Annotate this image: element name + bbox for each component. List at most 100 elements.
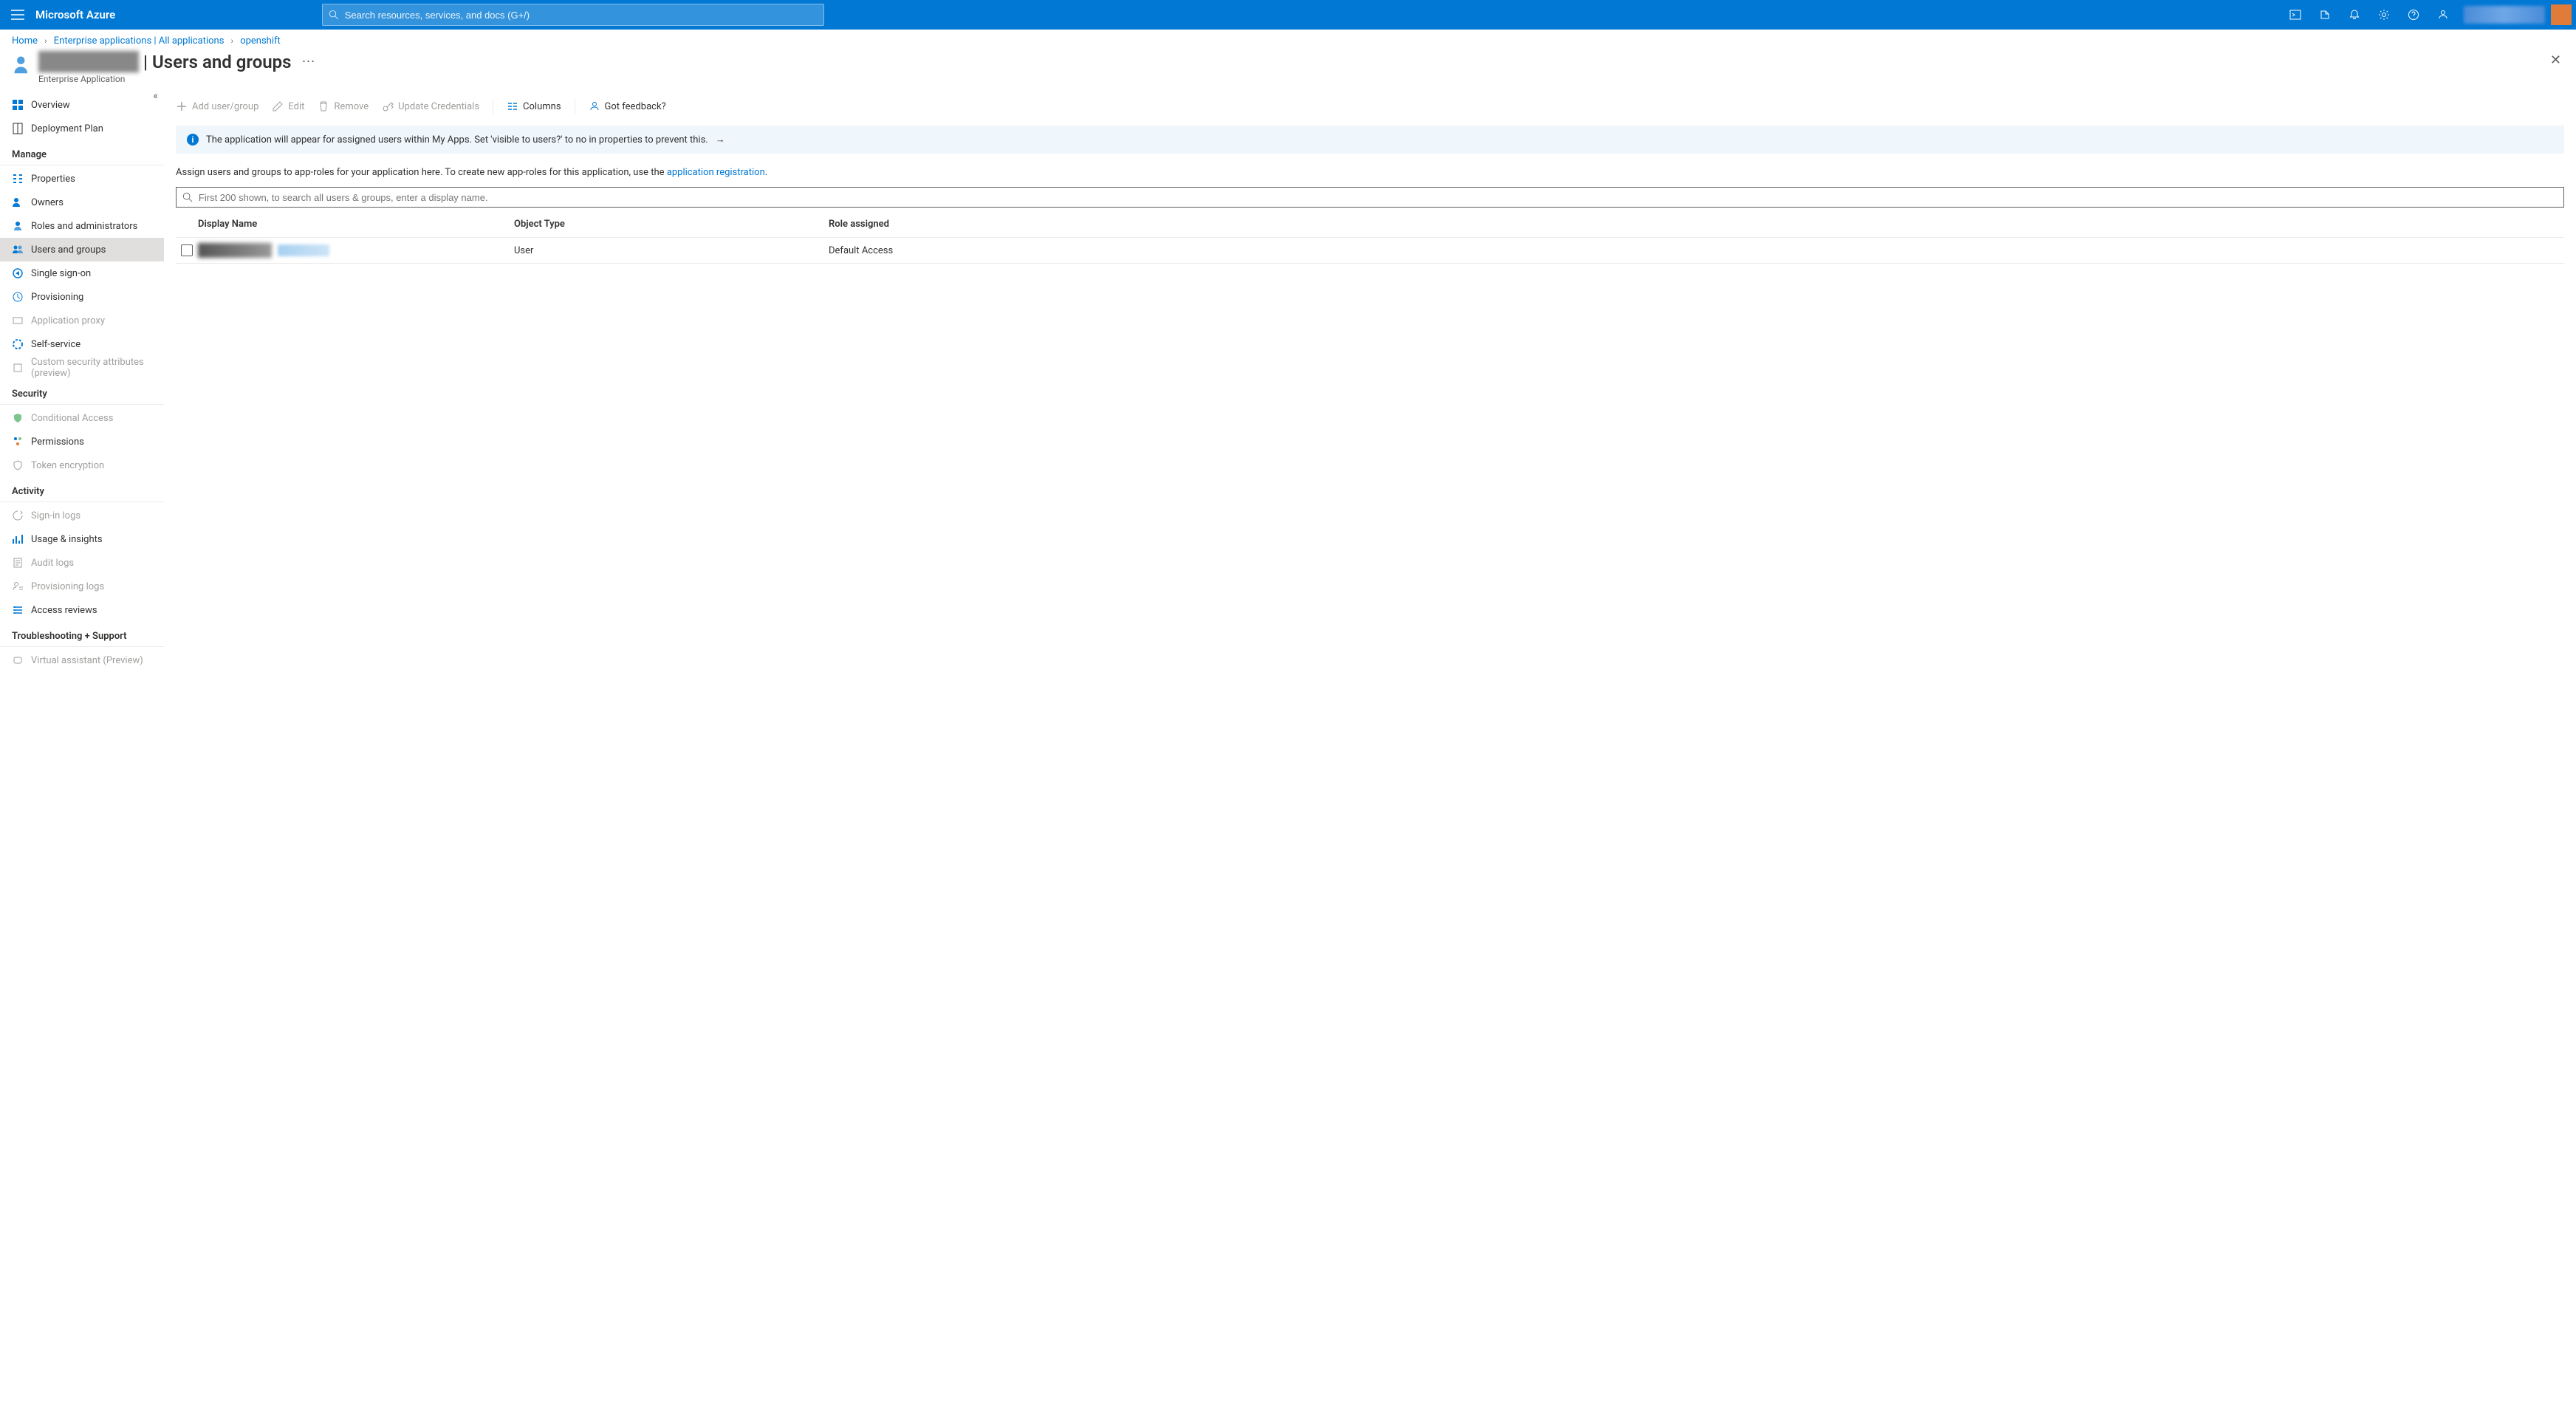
sidebar-item-app-proxy[interactable]: Application proxy <box>0 309 164 332</box>
breadcrumb-openshift[interactable]: openshift <box>240 35 281 47</box>
sidebar-item-label: Single sign-on <box>31 268 91 279</box>
access-reviews-icon <box>12 604 24 616</box>
sidebar-item-label: Token encryption <box>31 460 104 471</box>
edit-button[interactable]: Edit <box>272 100 304 112</box>
close-button[interactable]: ✕ <box>2550 52 2561 68</box>
global-search[interactable] <box>322 4 824 26</box>
sidebar-item-self-service[interactable]: Self-service <box>0 332 164 356</box>
column-display-name[interactable]: Display Name <box>198 219 514 230</box>
app-name-redacted: ████████ <box>38 51 139 72</box>
sidebar-item-label: Custom security attributes (preview) <box>31 357 152 379</box>
settings-icon[interactable] <box>2369 0 2399 30</box>
info-banner: i The application will appear for assign… <box>176 126 2564 154</box>
sidebar-item-label: Owners <box>31 197 64 208</box>
columns-icon <box>507 100 518 112</box>
sso-icon <box>12 267 24 279</box>
topbar: Microsoft Azure <box>0 0 2576 30</box>
main-content: Add user/group Edit Remove Update Creden… <box>164 90 2576 687</box>
more-actions-button[interactable]: ⋯ <box>296 55 321 69</box>
search-icon <box>329 10 339 20</box>
brand-label[interactable]: Microsoft Azure <box>35 8 130 21</box>
provisioning-icon <box>12 291 24 303</box>
sidebar-item-signin-logs[interactable]: Sign-in logs <box>0 504 164 527</box>
sidebar-section-manage: Manage <box>0 140 164 165</box>
global-search-input[interactable] <box>345 10 818 21</box>
add-user-group-button[interactable]: Add user/group <box>176 100 258 112</box>
sidebar-item-sso[interactable]: Single sign-on <box>0 261 164 285</box>
sidebar-item-users-groups[interactable]: Users and groups <box>0 238 164 261</box>
sidebar-item-label: Users and groups <box>31 244 106 256</box>
app-registration-link[interactable]: application registration <box>667 167 765 178</box>
table-header: Display Name Object Type Role assigned <box>176 210 2564 237</box>
pencil-icon <box>272 100 284 112</box>
breadcrumb-home[interactable]: Home <box>12 35 38 47</box>
sidebar-item-provisioning[interactable]: Provisioning <box>0 285 164 309</box>
column-object-type[interactable]: Object Type <box>514 219 829 230</box>
sidebar-item-label: Self-service <box>31 339 80 350</box>
breadcrumb: Home › Enterprise applications | All app… <box>0 30 2576 49</box>
sidebar-item-conditional-access[interactable]: Conditional Access <box>0 406 164 430</box>
sidebar-item-label: Overview <box>31 100 70 111</box>
info-banner-arrow[interactable]: → <box>716 134 725 146</box>
sidebar-item-roles-administrators[interactable]: Roles and administrators <box>0 214 164 238</box>
sidebar-item-label: Properties <box>31 174 75 185</box>
sidebar-item-label: Roles and administrators <box>31 221 137 232</box>
sidebar-item-custom-security[interactable]: Custom security attributes (preview) <box>0 356 164 380</box>
sidebar-item-provisioning-logs[interactable]: Provisioning logs <box>0 575 164 598</box>
sidebar-item-token-encryption[interactable]: Token encryption <box>0 453 164 477</box>
sidebar-item-access-reviews[interactable]: Access reviews <box>0 598 164 622</box>
sidebar-item-label: Conditional Access <box>31 413 113 424</box>
self-service-icon <box>12 338 24 350</box>
sidebar-item-owners[interactable]: Owners <box>0 191 164 214</box>
sidebar-item-permissions[interactable]: Permissions <box>0 430 164 453</box>
sidebar-item-audit-logs[interactable]: Audit logs <box>0 551 164 575</box>
virtual-assistant-icon <box>12 654 24 666</box>
account-area[interactable] <box>2458 0 2576 30</box>
sidebar-item-usage-insights[interactable]: Usage & insights <box>0 527 164 551</box>
audit-logs-icon <box>12 557 24 569</box>
directories-icon[interactable] <box>2310 0 2340 30</box>
sidebar-item-label: Provisioning <box>31 292 83 303</box>
page-subtitle: Enterprise Application <box>38 74 321 84</box>
collapse-sidebar-button[interactable]: « <box>153 90 158 102</box>
sidebar-item-properties[interactable]: Properties <box>0 167 164 191</box>
notifications-icon[interactable] <box>2340 0 2369 30</box>
sidebar-section-troubleshoot: Troubleshooting + Support <box>0 622 164 647</box>
chevron-right-icon: › <box>227 36 238 46</box>
table-row[interactable]: User Default Access <box>176 237 2564 264</box>
roles-icon <box>12 220 24 232</box>
filter-box[interactable] <box>176 187 2564 208</box>
description: Assign users and groups to app-roles for… <box>176 154 2564 187</box>
cloud-shell-icon[interactable] <box>2281 0 2310 30</box>
user-display-name-redacted <box>278 244 329 256</box>
topbar-actions <box>2281 0 2458 30</box>
page-header: ████████ | Users and groups ⋯ Enterprise… <box>0 49 2576 90</box>
sidebar-item-label: Virtual assistant (Preview) <box>31 655 143 666</box>
breadcrumb-enterprise-apps[interactable]: Enterprise applications | All applicatio… <box>54 35 225 47</box>
toolbar: Add user/group Edit Remove Update Creden… <box>176 90 2564 123</box>
help-icon[interactable] <box>2399 0 2428 30</box>
update-credentials-button[interactable]: Update Credentials <box>382 100 479 112</box>
sidebar-item-deployment-plan[interactable]: Deployment Plan <box>0 117 164 140</box>
token-encryption-icon <box>12 459 24 471</box>
sidebar-item-overview[interactable]: Overview <box>0 93 164 117</box>
sidebar-item-label: Audit logs <box>31 558 74 569</box>
page-title: | Users and groups <box>143 52 292 72</box>
conditional-access-icon <box>12 412 24 424</box>
sidebar-section-security: Security <box>0 380 164 405</box>
filter-input[interactable] <box>199 192 2558 203</box>
feedback-button[interactable]: Got feedback? <box>589 100 666 112</box>
users-groups-icon <box>12 244 24 256</box>
sidebar-item-label: Usage & insights <box>31 534 103 545</box>
feedback-icon[interactable] <box>2428 0 2458 30</box>
column-role-assigned[interactable]: Role assigned <box>829 219 2564 230</box>
sidebar-item-virtual-assistant[interactable]: Virtual assistant (Preview) <box>0 648 164 672</box>
hamburger-button[interactable] <box>0 0 35 30</box>
columns-button[interactable]: Columns <box>507 100 561 112</box>
enterprise-app-icon <box>12 54 32 75</box>
trash-icon <box>318 100 329 112</box>
row-checkbox[interactable] <box>176 244 198 256</box>
sidebar-item-label: Permissions <box>31 437 84 448</box>
remove-button[interactable]: Remove <box>318 100 369 112</box>
sidebar-item-label: Access reviews <box>31 605 97 616</box>
